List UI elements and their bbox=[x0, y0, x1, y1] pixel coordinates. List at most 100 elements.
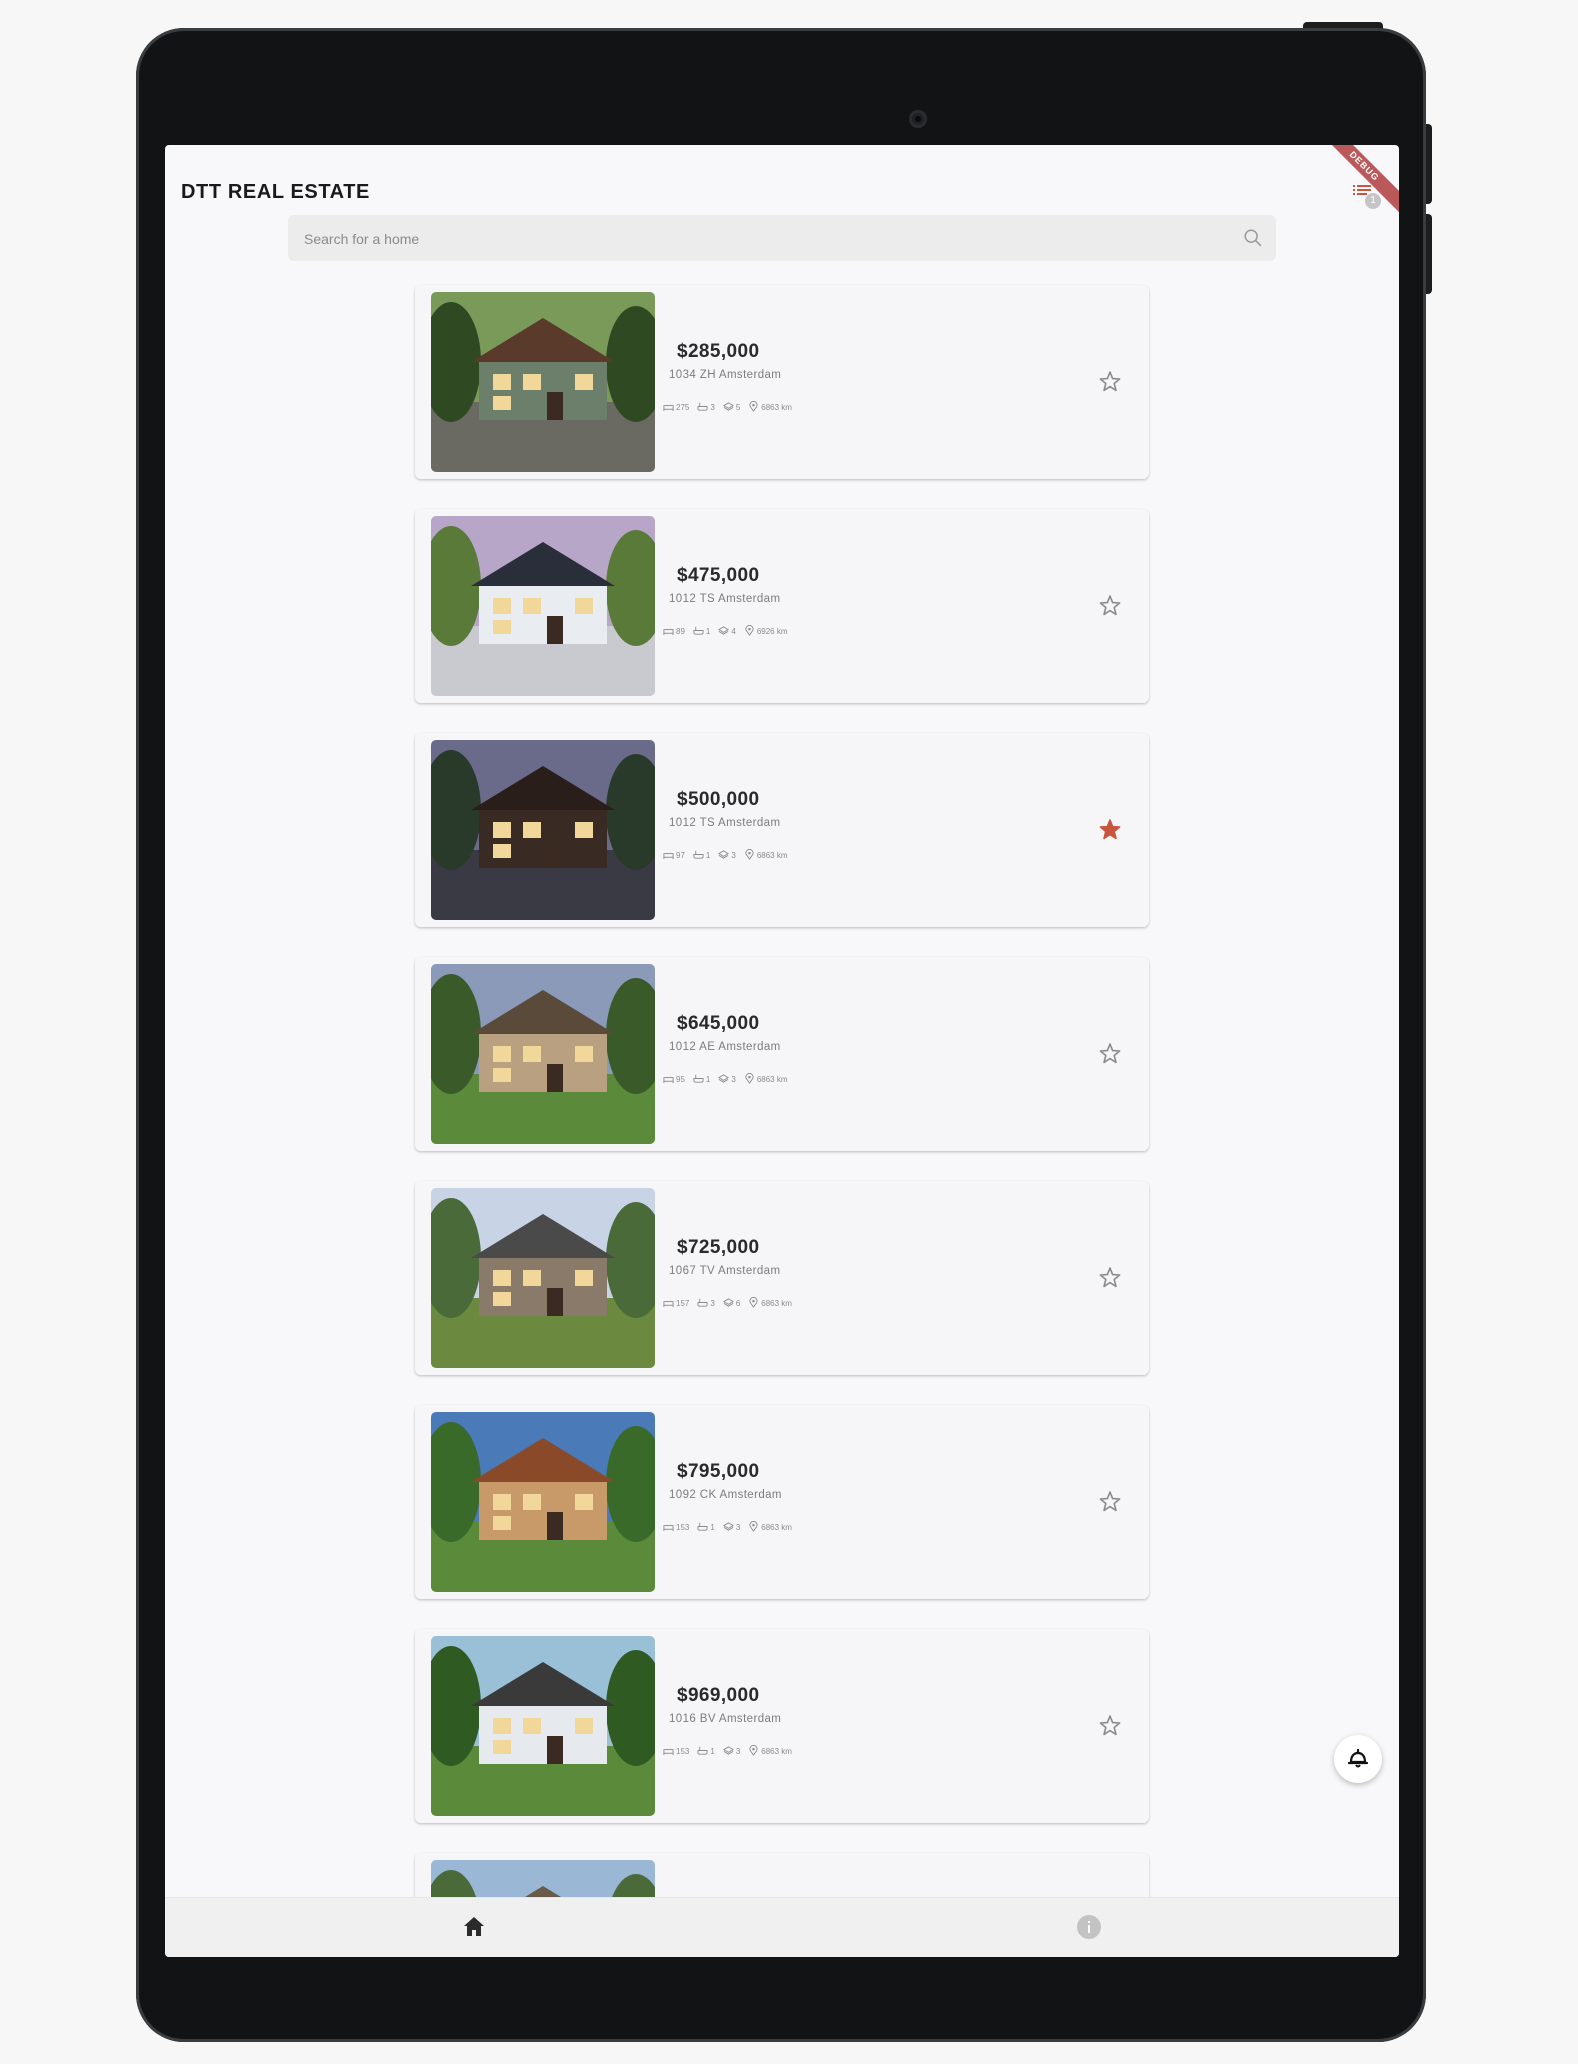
bathrooms: 3 bbox=[697, 1297, 715, 1310]
bottom-navigation-bar bbox=[165, 1897, 1399, 1957]
distance: 6863 km bbox=[744, 849, 788, 862]
bathrooms: 1 bbox=[693, 849, 710, 862]
search-input[interactable] bbox=[302, 215, 1226, 263]
size-value: 3 bbox=[731, 851, 736, 860]
size-value: 5 bbox=[735, 403, 741, 412]
bathrooms-value: 1 bbox=[705, 1075, 711, 1084]
listing-photo-7 bbox=[431, 1636, 655, 1816]
search-icon[interactable] bbox=[1242, 227, 1264, 249]
listing-card[interactable]: $285,000 1034 ZH Amsterdam 275 3 5 6863 … bbox=[415, 285, 1149, 479]
listing-card[interactable]: $725,000 1067 TV Amsterdam 157 3 6 6863 … bbox=[415, 1181, 1149, 1375]
listing-address: 1067 TV Amsterdam bbox=[669, 1265, 781, 1277]
listing-meta: 89 1 4 6926 km bbox=[663, 625, 788, 638]
bath-icon bbox=[693, 625, 704, 638]
listing-thumbnail bbox=[431, 740, 655, 920]
distance: 6863 km bbox=[748, 1745, 792, 1758]
listing-info: $475,000 1012 TS Amsterdam 89 1 4 6926 k… bbox=[663, 565, 788, 638]
listing-card[interactable]: $645,000 1012 AE Amsterdam 95 1 3 6863 k… bbox=[415, 957, 1149, 1151]
nav-info-tab[interactable] bbox=[1074, 1912, 1104, 1942]
layers-icon bbox=[722, 401, 734, 414]
location-pin-icon bbox=[748, 401, 759, 414]
distance-value: 6863 km bbox=[761, 1523, 792, 1532]
bedrooms-value: 157 bbox=[676, 1299, 690, 1308]
listing-address: 1016 BV Amsterdam bbox=[669, 1713, 782, 1725]
layers-icon bbox=[718, 849, 730, 862]
star-icon bbox=[1099, 371, 1121, 392]
size: 3 bbox=[722, 1745, 741, 1758]
bath-icon bbox=[693, 1073, 704, 1086]
listing-info: $969,000 1016 BV Amsterdam 153 1 3 6863 … bbox=[663, 1685, 792, 1758]
distance: 6863 km bbox=[748, 401, 792, 414]
listing-card[interactable]: $500,000 1012 TS Amsterdam 97 1 3 6863 k… bbox=[415, 733, 1149, 927]
bedrooms: 157 bbox=[663, 1297, 689, 1310]
size-value: 3 bbox=[731, 1075, 736, 1084]
layers-icon bbox=[722, 1521, 734, 1534]
bathrooms-value: 3 bbox=[710, 1299, 715, 1308]
favorite-button[interactable] bbox=[1097, 593, 1123, 619]
home-icon bbox=[464, 1917, 484, 1936]
bed-icon bbox=[663, 1745, 674, 1758]
listing-meta: 95 1 3 6863 km bbox=[663, 1073, 788, 1086]
listing-card[interactable]: $795,000 1092 CK Amsterdam 153 1 3 6863 … bbox=[415, 1405, 1149, 1599]
bath-icon bbox=[697, 1521, 708, 1534]
listing-card[interactable]: $969,000 1016 BV Amsterdam 153 1 3 6863 … bbox=[415, 1629, 1149, 1823]
star-icon bbox=[1099, 1715, 1121, 1736]
distance-value: 6863 km bbox=[761, 403, 792, 412]
favorite-button[interactable] bbox=[1097, 1265, 1123, 1291]
distance-value: 6863 km bbox=[761, 1299, 792, 1308]
listing-price: $285,000 bbox=[677, 341, 760, 362]
bed-icon bbox=[663, 1521, 674, 1534]
bedrooms-value: 275 bbox=[676, 403, 690, 412]
bathrooms-value: 1 bbox=[710, 1747, 715, 1756]
favorite-button[interactable] bbox=[1097, 1041, 1123, 1067]
listing-card[interactable]: $475,000 1012 TS Amsterdam 89 1 4 6926 k… bbox=[415, 509, 1149, 703]
bathrooms-value: 1 bbox=[705, 627, 711, 636]
location-pin-icon bbox=[748, 1745, 759, 1758]
size-value: 3 bbox=[735, 1747, 741, 1756]
listing-address: 1034 ZH Amsterdam bbox=[669, 369, 782, 381]
location-pin-icon bbox=[744, 1073, 755, 1086]
listing-thumbnail bbox=[431, 516, 655, 696]
listing-price: $969,000 bbox=[677, 1685, 760, 1706]
listing-thumbnail bbox=[431, 1636, 655, 1816]
listing-thumbnail bbox=[431, 1412, 655, 1592]
bell-icon bbox=[1347, 1748, 1369, 1768]
bathrooms-value: 1 bbox=[710, 1523, 715, 1532]
bed-icon bbox=[663, 1073, 674, 1086]
size: 3 bbox=[718, 1073, 736, 1086]
layers-icon bbox=[722, 1297, 734, 1310]
listing-address: 1092 CK Amsterdam bbox=[669, 1489, 782, 1501]
layers-icon bbox=[722, 1745, 734, 1758]
listing-price: $645,000 bbox=[677, 1013, 760, 1034]
bedrooms: 153 bbox=[663, 1521, 689, 1534]
listing-meta: 153 1 3 6863 km bbox=[663, 1745, 792, 1758]
listing-address: 1012 AE Amsterdam bbox=[669, 1041, 781, 1053]
bed-icon bbox=[663, 625, 674, 638]
location-pin-icon bbox=[744, 625, 755, 638]
bed-icon bbox=[663, 401, 674, 414]
bath-icon bbox=[693, 849, 704, 862]
notification-fab[interactable] bbox=[1334, 1735, 1382, 1783]
app-title: DTT REAL ESTATE bbox=[181, 181, 370, 203]
favorite-button[interactable] bbox=[1097, 1489, 1123, 1515]
bath-icon bbox=[697, 1745, 708, 1758]
listing-info: $285,000 1034 ZH Amsterdam 275 3 5 6863 … bbox=[663, 341, 792, 414]
bathrooms: 1 bbox=[697, 1745, 715, 1758]
nav-home-tab[interactable] bbox=[459, 1912, 489, 1942]
star-icon bbox=[1099, 1267, 1121, 1288]
favorite-button[interactable] bbox=[1097, 817, 1123, 843]
favorite-button[interactable] bbox=[1097, 369, 1123, 395]
distance-value: 6863 km bbox=[756, 1075, 788, 1084]
star-icon bbox=[1099, 1491, 1121, 1512]
bathrooms-value: 3 bbox=[710, 403, 715, 412]
size-value: 4 bbox=[731, 627, 736, 636]
star-icon bbox=[1099, 595, 1121, 616]
favorite-button[interactable] bbox=[1097, 1713, 1123, 1739]
listing-address: 1012 TS Amsterdam bbox=[669, 593, 781, 605]
bathrooms-value: 1 bbox=[705, 851, 711, 860]
distance-value: 6863 km bbox=[756, 851, 788, 860]
filter-count-badge: 1 bbox=[1365, 193, 1381, 209]
info-icon bbox=[1077, 1915, 1101, 1939]
listing-meta: 153 1 3 6863 km bbox=[663, 1521, 792, 1534]
bedrooms: 153 bbox=[663, 1745, 689, 1758]
